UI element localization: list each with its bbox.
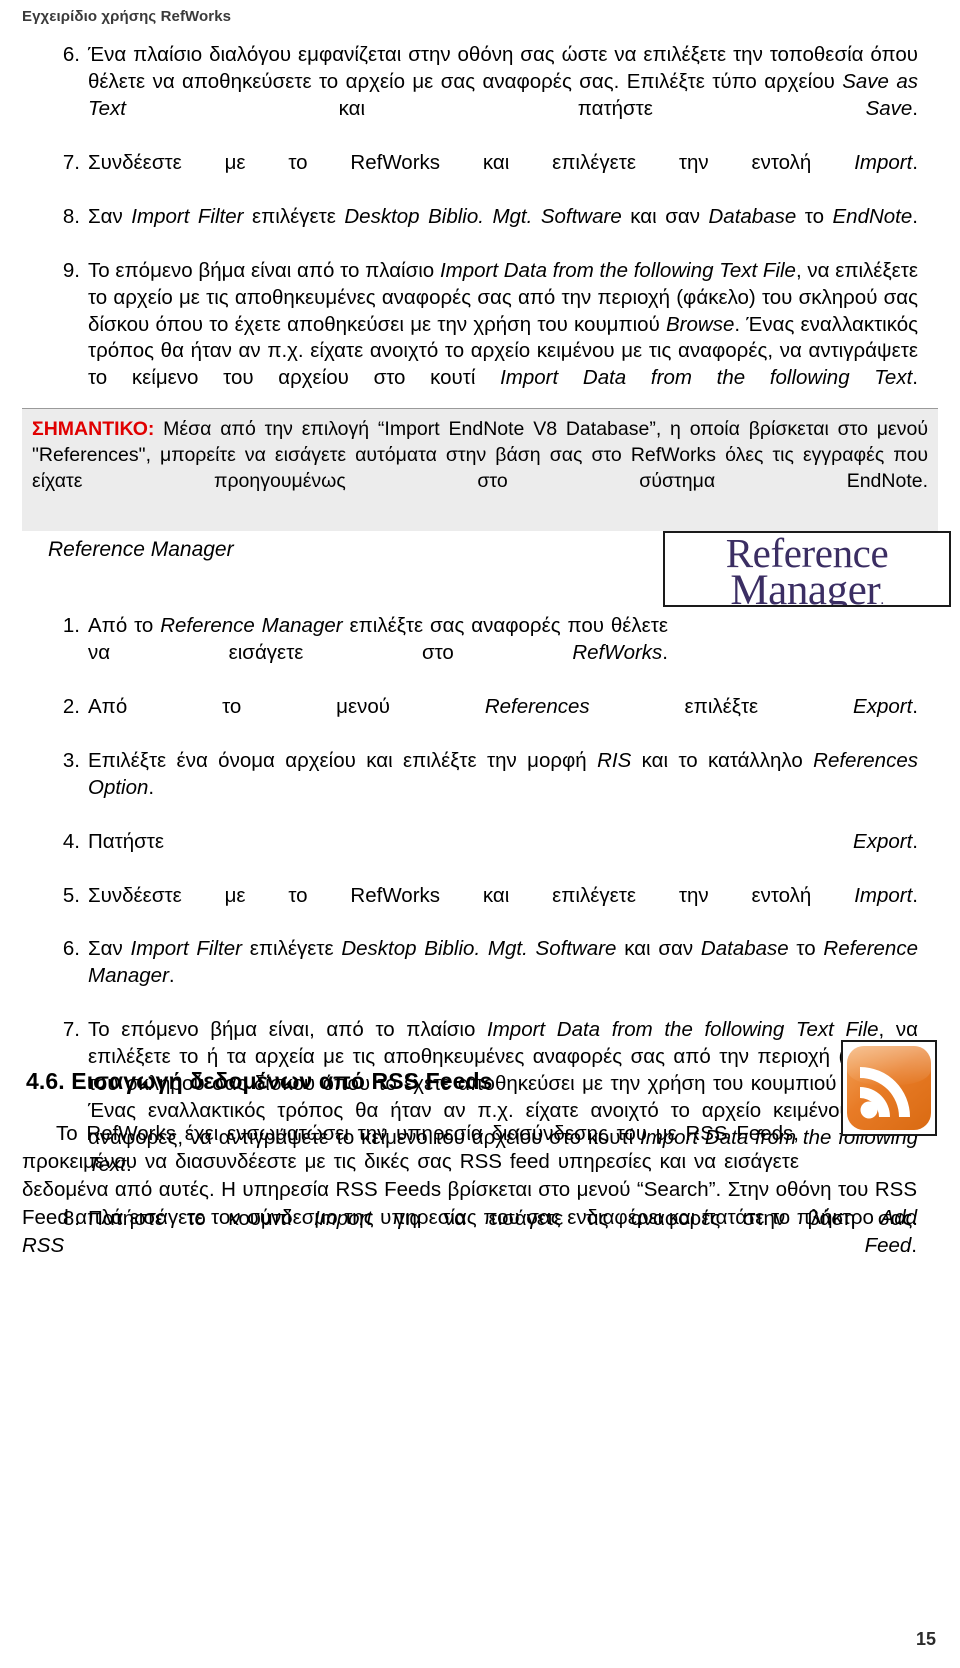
list-item: 2. Από το μενού References επιλέξτε Expo… bbox=[40, 694, 918, 748]
list-item-text: Σαν Import Filter επιλέγετε Desktop Bibl… bbox=[88, 937, 918, 988]
list-item-text: Το επόμενο βήμα είναι από το πλαίσιο Imp… bbox=[88, 258, 918, 390]
document-page: Εγχειρίδιο χρήσης RefWorks 6. Ένα πλαίσι… bbox=[0, 0, 960, 1668]
logo-manager-word: Manager bbox=[730, 566, 881, 607]
list-item: 8. Σαν Import Filter επιλέγετε Desktop B… bbox=[40, 204, 918, 258]
reference-manager-heading: Reference Manager bbox=[48, 538, 234, 561]
list-item-number: 2. bbox=[62, 694, 80, 718]
rss-intro-text: Το RefWorks έχει ενσωματώσει την υπηρεσί… bbox=[22, 1122, 917, 1257]
logo-registered-mark: . bbox=[880, 591, 884, 607]
list-item: 7. Συνδέεστε με το RefWorks και επιλέγετ… bbox=[40, 150, 918, 204]
section-heading-4-6: 4.6. Εισαγωγή δεδομένων από RSS Feeds bbox=[26, 1068, 493, 1094]
list-item-number: 6. bbox=[62, 43, 80, 66]
list-item: 3. Επιλέξτε ένα όνομα αρχείου και επιλέξ… bbox=[40, 748, 918, 829]
list-item-number: 4. bbox=[62, 829, 80, 853]
list-item-number: 1. bbox=[62, 614, 80, 637]
list-item: 9. Το επόμενο βήμα είναι από το πλαίσιο … bbox=[40, 258, 918, 420]
list-item-number: 3. bbox=[62, 748, 80, 772]
list-item-text: Συνδέεστε με το RefWorks και επιλέγετε τ… bbox=[88, 883, 918, 907]
list-item-number: 8. bbox=[62, 204, 80, 228]
list-item: 4. Πατήστε Export. bbox=[40, 829, 918, 883]
list-item-text: Σαν Import Filter επιλέγετε Desktop Bibl… bbox=[88, 204, 918, 228]
list-item: 1. Από το Reference Manager επιλέξτε σας… bbox=[40, 613, 918, 694]
list-item: 6. Ένα πλαίσιο διαλόγου εμφανίζεται στην… bbox=[40, 42, 918, 150]
rss-text-wrap-spacer bbox=[799, 1120, 917, 1148]
rss-intro-paragraph: Το RefWorks έχει ενσωματώσει την υπηρεσί… bbox=[22, 1120, 917, 1287]
list-item-number: 5. bbox=[62, 883, 80, 907]
important-note-text: Μέσα από την επιλογή “Import EndNote V8 … bbox=[32, 418, 928, 492]
reference-manager-logo: Reference Manager. bbox=[663, 531, 951, 607]
list-item-text: Επιλέξτε ένα όνομα αρχείου και επιλέξτε … bbox=[88, 748, 918, 799]
list-item-number: 9. bbox=[62, 258, 80, 282]
list-item-number: 7. bbox=[62, 150, 80, 174]
important-note-box: ΣΗΜΑΝΤΙΚΟ: Μέσα από την επιλογή “Import … bbox=[22, 408, 938, 531]
list-item-text: Ένα πλαίσιο διαλόγου εμφανίζεται στην οθ… bbox=[88, 43, 918, 120]
list-item: 6. Σαν Import Filter επιλέγετε Desktop B… bbox=[40, 936, 918, 1017]
logo-line-manager: Manager. bbox=[665, 569, 949, 607]
running-header: Εγχειρίδιο χρήσης RefWorks bbox=[22, 8, 232, 25]
important-note-label: ΣΗΜΑΝΤΙΚΟ: bbox=[32, 418, 155, 440]
list-item-number: 7. bbox=[62, 1018, 80, 1042]
page-number: 15 bbox=[915, 1629, 936, 1649]
list-item-text: Από το Reference Manager επιλέξτε σας αν… bbox=[88, 614, 669, 664]
list-item-text: Από το μενού References επιλέξτε Export. bbox=[88, 694, 918, 718]
list-item-number: 6. bbox=[62, 937, 80, 961]
list-item-text: Πατήστε Export. bbox=[88, 829, 918, 853]
list-item: 5. Συνδέεστε με το RefWorks και επιλέγετ… bbox=[40, 883, 918, 937]
list-item-text: Συνδέεστε με το RefWorks και επιλέγετε τ… bbox=[88, 150, 918, 174]
